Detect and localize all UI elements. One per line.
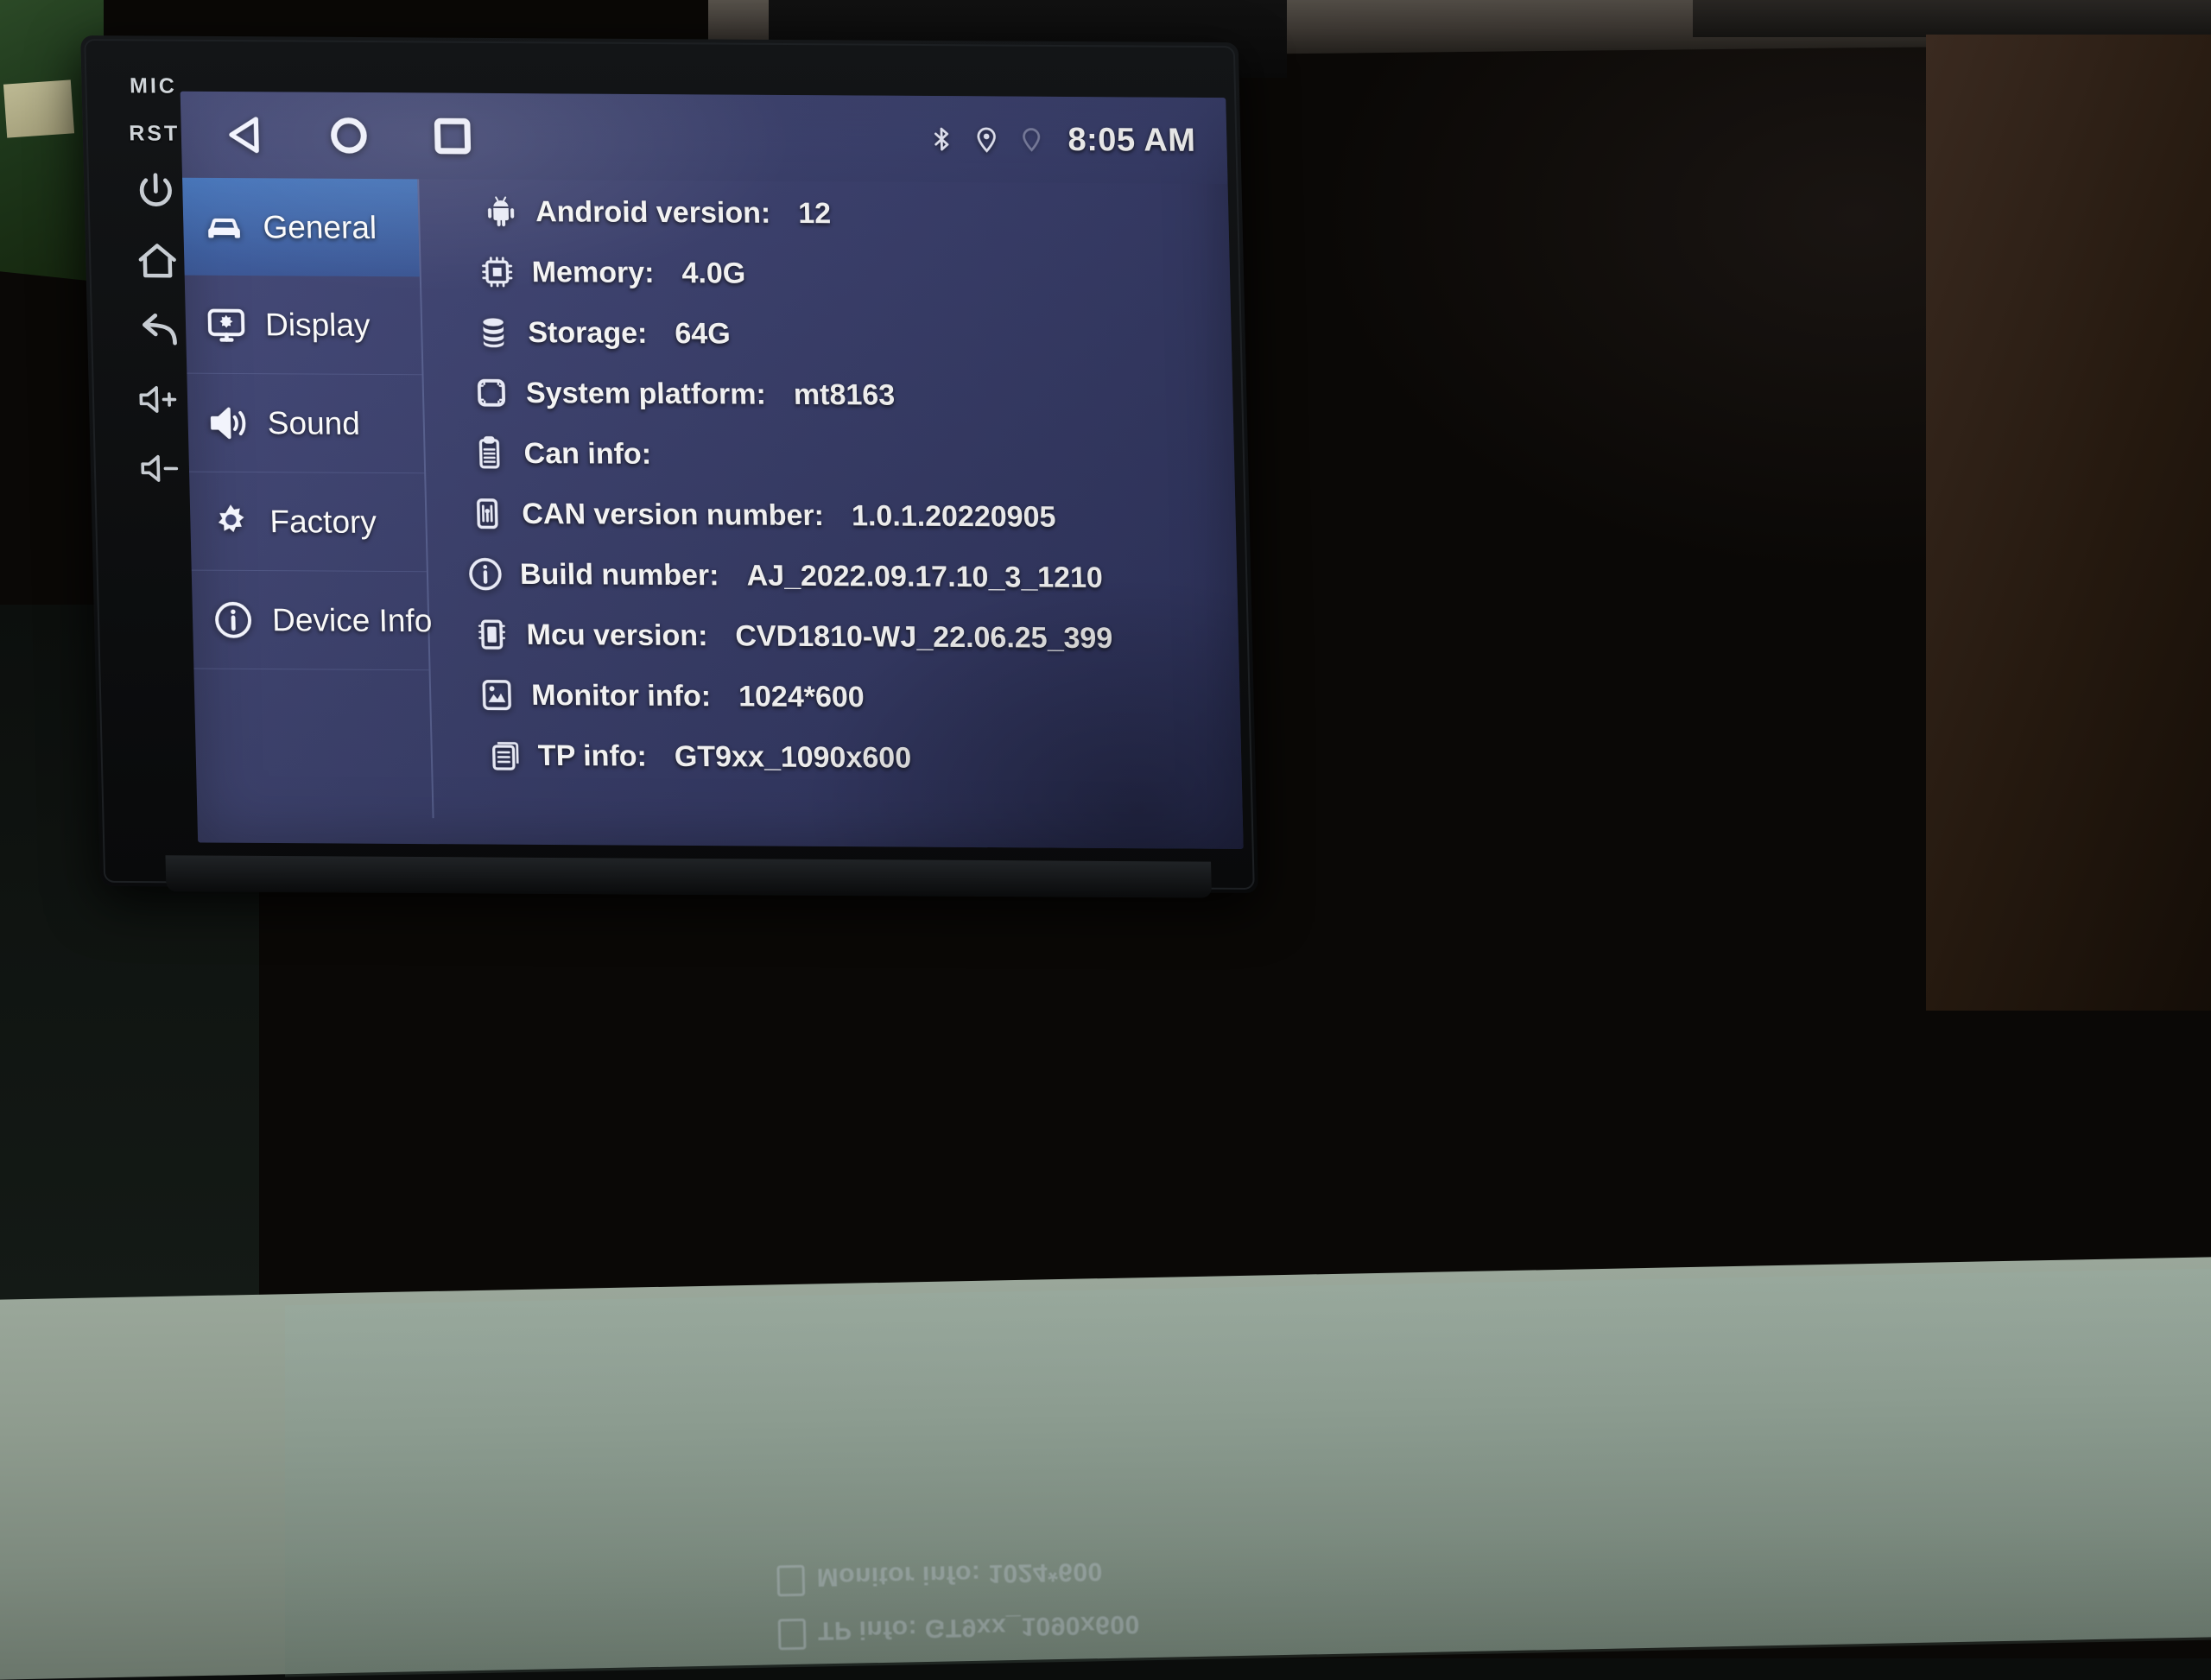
info-value: 64G <box>675 317 731 351</box>
reset-label[interactable]: RST <box>129 121 181 146</box>
info-value: GT9xx_1090x600 <box>674 739 911 775</box>
monitor-gear-icon <box>204 302 248 346</box>
can-module-icon <box>468 494 507 534</box>
sidebar-item-factory[interactable]: Factory <box>189 472 427 573</box>
info-row-monitor-info: Monitor info: 1024*600 <box>453 664 1232 729</box>
touch-panel-icon <box>484 736 523 776</box>
info-label: Can info: <box>523 436 651 471</box>
info-row-memory: Memory: 4.0G <box>443 242 1222 307</box>
info-value: CVD1810-WJ_22.06.25_399 <box>735 619 1113 656</box>
sidebar-item-display-label: Display <box>265 307 371 344</box>
info-label: TP info: <box>537 739 647 773</box>
car-head-unit: MIC RST <box>80 35 1258 893</box>
status-clock: 8:05 AM <box>1067 121 1196 159</box>
back-nav-icon[interactable] <box>220 111 269 159</box>
speaker-icon <box>206 401 250 444</box>
mic-label: MIC <box>130 73 178 98</box>
info-value: 4.0G <box>681 257 746 290</box>
bezel-bottom-lip <box>166 855 1212 897</box>
info-circle-icon <box>466 555 504 594</box>
info-row-mcu-version: Mcu version: CVD1810-WJ_22.06.25_399 <box>452 604 1231 669</box>
monitor-image-icon <box>478 675 516 715</box>
android-system-bar: 8:05 AM <box>181 92 1228 184</box>
bluetooth-icon <box>928 123 956 155</box>
location-pin-outline-icon <box>1017 124 1046 156</box>
info-row-android-version: Android version: 12 <box>441 181 1220 246</box>
home-nav-circle-icon[interactable] <box>324 111 373 160</box>
background-glass-surface <box>285 1269 2211 1677</box>
info-row-can-info: Can info: <box>447 422 1226 487</box>
info-circle-icon <box>211 598 255 641</box>
recents-nav-square-icon[interactable] <box>428 111 477 160</box>
sidebar-item-general[interactable]: General <box>182 178 420 277</box>
info-label: Storage: <box>528 316 648 351</box>
info-label: Mcu version: <box>526 618 708 652</box>
info-label: Monitor info: <box>531 678 712 713</box>
info-row-build-number: Build number: AJ_2022.09.17.10_3_1210 <box>450 543 1229 608</box>
info-label: CAN version number: <box>522 497 825 532</box>
volume-up-icon[interactable] <box>136 376 184 422</box>
settings-sidebar: General Display <box>182 178 434 818</box>
info-label: Build number: <box>519 557 719 592</box>
sidebar-item-sound[interactable]: Sound <box>187 374 424 474</box>
info-label: Memory: <box>531 256 655 290</box>
sidebar-item-device-info[interactable]: Device Info <box>192 571 429 671</box>
mcu-chip-icon <box>472 615 511 655</box>
lcd-screen[interactable]: 8:05 AM General <box>181 92 1244 849</box>
power-icon[interactable] <box>132 168 180 215</box>
device-info-list: Android version: 12 Memory: 4.0G <box>441 176 1234 832</box>
volume-down-icon[interactable] <box>138 445 186 491</box>
background-label-sticker <box>3 79 74 137</box>
clipboard-icon <box>470 434 509 473</box>
car-icon <box>202 205 246 248</box>
chip-square-icon <box>472 373 510 413</box>
database-icon <box>474 313 513 352</box>
background-wall <box>1926 35 2211 1011</box>
sidebar-item-factory-label: Factory <box>269 504 377 541</box>
info-row-system-platform: System platform: mt8163 <box>446 362 1225 427</box>
info-value: 12 <box>798 197 832 231</box>
sidebar-item-display[interactable]: Display <box>185 276 422 376</box>
info-value: AJ_2022.09.17.10_3_1210 <box>746 559 1103 595</box>
android-icon <box>482 192 521 231</box>
background-shelf-items <box>1693 0 2211 37</box>
home-icon[interactable] <box>134 238 181 284</box>
info-row-storage: Storage: 64G <box>444 301 1223 366</box>
info-row-can-version-number: CAN version number: 1.0.1.20220905 <box>448 483 1227 548</box>
sidebar-item-general-label: General <box>263 209 377 246</box>
info-value: 1.0.1.20220905 <box>852 499 1056 534</box>
info-label: Android version: <box>535 195 771 231</box>
bezel: MIC RST <box>84 39 1255 890</box>
info-value: 1024*600 <box>738 680 865 714</box>
location-pin-icon <box>972 123 1001 155</box>
sidebar-item-device-info-label: Device Info <box>272 602 433 639</box>
info-label: System platform: <box>526 377 767 412</box>
memory-chip-icon <box>478 252 516 292</box>
sidebar-item-sound-label: Sound <box>267 405 360 442</box>
info-value: mt8163 <box>793 377 895 412</box>
status-icons: 8:05 AM <box>928 120 1196 159</box>
info-row-tp-info: TP info: GT9xx_1090x600 <box>454 725 1233 789</box>
gear-icon <box>209 499 253 542</box>
navigation-keys <box>220 111 477 161</box>
back-arrow-icon[interactable] <box>136 307 183 353</box>
